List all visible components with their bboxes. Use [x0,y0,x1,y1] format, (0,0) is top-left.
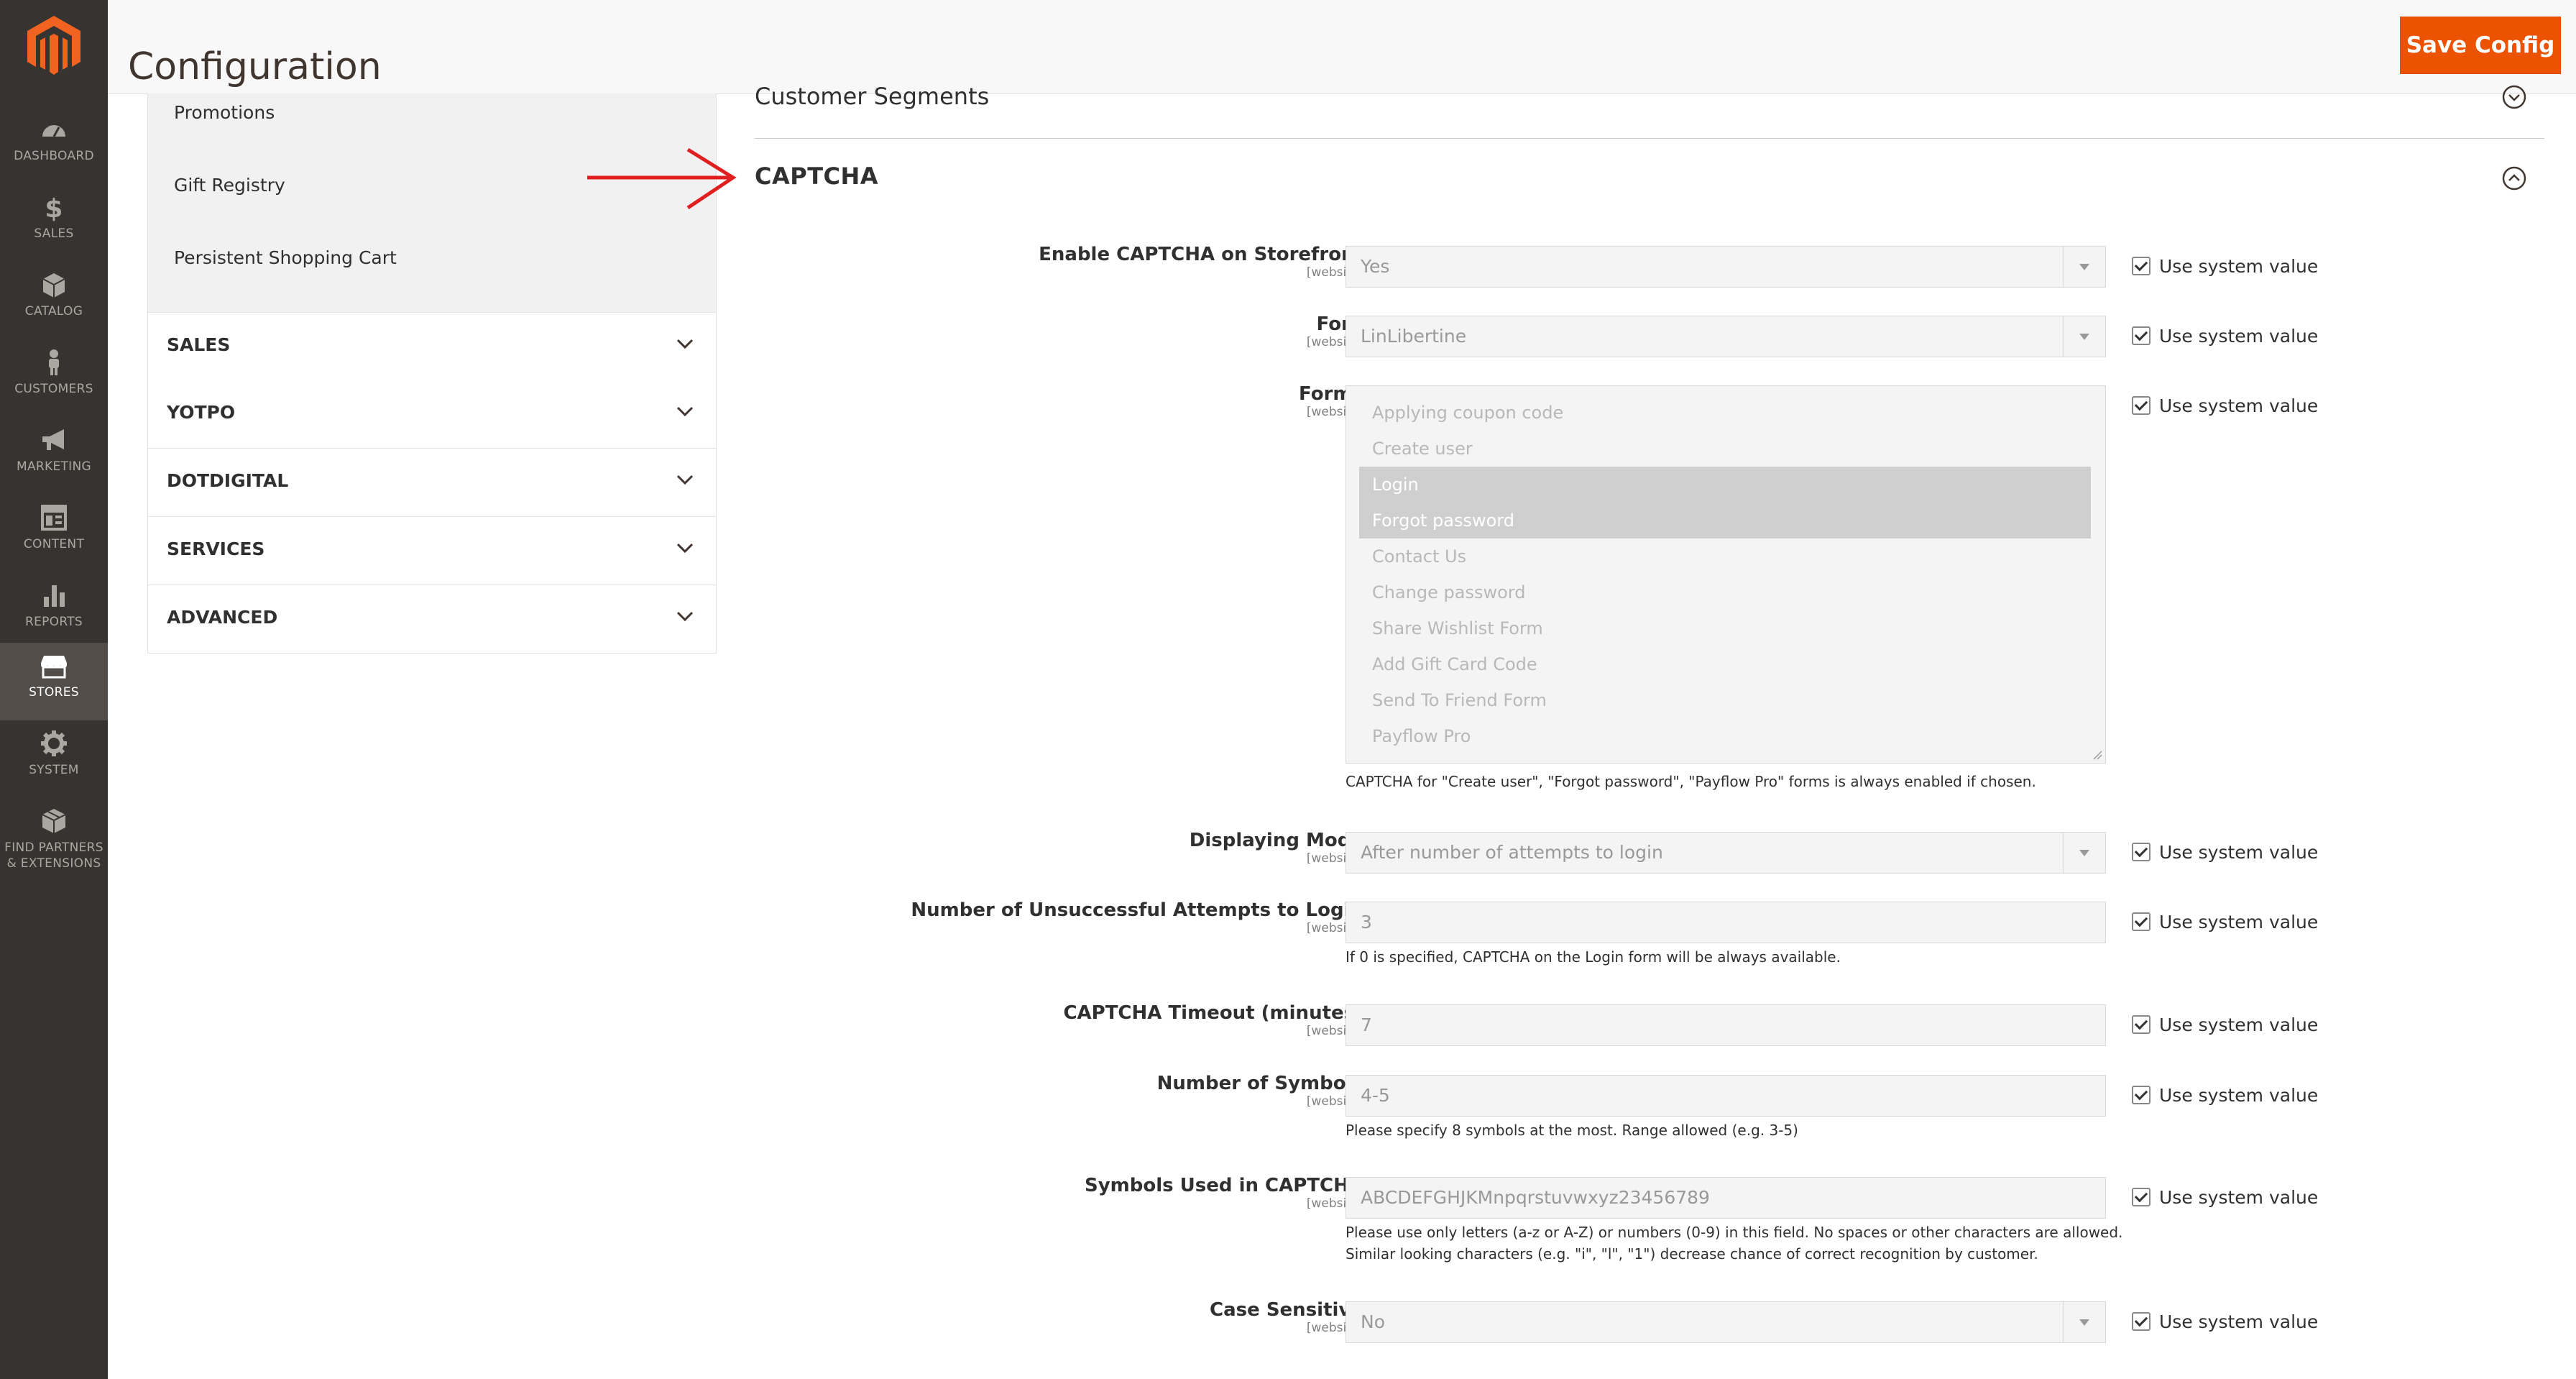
nav-content[interactable]: CONTENT [0,495,108,572]
dropdown-arrow-icon [2063,247,2105,287]
resize-grip-icon[interactable] [2092,750,2102,760]
group-sales[interactable]: SALES [147,312,717,381]
dropdown-arrow-icon [2063,833,2105,873]
forms-multiselect[interactable]: Applying coupon code Create user Login F… [1346,385,2106,764]
tab-persistent-shopping-cart[interactable]: Persistent Shopping Cart [174,247,397,268]
nav-stores[interactable]: STORES [0,643,108,720]
layout-icon [41,505,67,531]
page-title: Configuration [128,45,382,88]
checkbox-checked-icon [2132,1188,2150,1206]
nav-find-partners[interactable]: FIND PARTNERS & EXTENSIONS [0,798,108,892]
checkbox-checked-icon [2132,1312,2150,1331]
admin-sidebar: DASHBOARD $ SALES CATALOG CUSTOMERS MARK… [0,0,108,1379]
storefront-icon [41,656,67,679]
checkbox-checked-icon [2132,843,2150,861]
section-customer-segments[interactable]: Customer Segments [755,83,989,110]
option-payflow-pro[interactable]: Payflow Pro [1359,718,2091,754]
chevron-down-icon [676,339,694,349]
dropdown-arrow-icon [2063,316,2105,357]
option-forgot-password[interactable]: Forgot password [1359,503,2091,539]
dashboard-icon [42,125,65,137]
case-sensitive-select[interactable]: No [1346,1301,2106,1343]
enable-captcha-select[interactable]: Yes [1346,246,2106,288]
expand-toggle-icon[interactable] [2501,84,2527,110]
group-dotdigital[interactable]: DOTDIGITAL [147,449,717,517]
use-system-value-checkbox[interactable]: Use system value [2132,1014,2318,1035]
chevron-down-icon [676,406,694,417]
svg-text:$: $ [45,194,63,221]
gear-icon [41,730,67,756]
nav-marketing[interactable]: MARKETING [0,417,108,495]
save-config-button[interactable]: Save Config [2400,17,2561,74]
section-captcha[interactable]: CAPTCHA [755,162,878,190]
dollar-icon: $ [45,194,63,221]
tab-gift-registry[interactable]: Gift Registry [174,175,285,196]
symbols-note-2: Similar looking characters (e.g. "i", "l… [1346,1245,2038,1263]
option-add-gift-card-code[interactable]: Add Gift Card Code [1359,646,2091,682]
magento-logo-icon[interactable] [23,14,85,76]
box-icon [42,809,66,833]
option-share-wishlist-form[interactable]: Share Wishlist Form [1359,610,2091,646]
person-icon [49,349,59,375]
option-applying-coupon-code[interactable]: Applying coupon code [1359,395,2091,431]
dropdown-arrow-icon [2063,1302,2105,1342]
chevron-down-icon [676,543,694,554]
checkbox-checked-icon [2132,1015,2150,1034]
option-send-to-friend-form[interactable]: Send To Friend Form [1359,682,2091,718]
cube-icon [42,273,65,298]
use-system-value-checkbox[interactable]: Use system value [2132,395,2318,416]
use-system-value-checkbox[interactable]: Use system value [2132,1311,2318,1332]
nav-dashboard[interactable]: DASHBOARD [0,106,108,184]
use-system-value-checkbox[interactable]: Use system value [2132,326,2318,347]
config-content: Customer Segments CAPTCHA Enable CAPTCHA… [755,83,2544,1379]
displaying-mode-select[interactable]: After number of attempts to login [1346,832,2106,874]
option-change-password[interactable]: Change password [1359,574,2091,610]
nav-customers[interactable]: CUSTOMERS [0,339,108,417]
nav-reports[interactable]: REPORTS [0,572,108,650]
symbols-used-input[interactable]: ABCDEFGHJKMnpqrstuvwxyz23456789 [1346,1177,2106,1219]
use-system-value-checkbox[interactable]: Use system value [2132,256,2318,277]
timeout-input[interactable]: 7 [1346,1004,2106,1046]
use-system-value-checkbox[interactable]: Use system value [2132,1187,2318,1208]
number-of-symbols-input[interactable]: 4-5 [1346,1075,2106,1117]
use-system-value-checkbox[interactable]: Use system value [2132,912,2318,933]
collapse-toggle-icon[interactable] [2501,165,2527,191]
tab-promotions[interactable]: Promotions [174,102,275,123]
nav-system[interactable]: SYSTEM [0,720,108,798]
chevron-down-icon [676,611,694,622]
use-system-value-checkbox[interactable]: Use system value [2132,842,2318,863]
chevron-down-icon [676,475,694,485]
group-services[interactable]: SERVICES [147,517,717,585]
use-system-value-checkbox[interactable]: Use system value [2132,1085,2318,1106]
checkbox-checked-icon [2132,257,2150,275]
nav-catalog[interactable]: CATALOG [0,262,108,339]
option-create-user[interactable]: Create user [1359,431,2091,467]
symbols-note-1: Please use only letters (a-z or A-Z) or … [1346,1224,2123,1241]
forms-note: CAPTCHA for "Create user", "Forgot passw… [1346,773,2036,790]
section-divider [755,138,2544,139]
option-login[interactable]: Login [1359,467,2091,503]
group-advanced[interactable]: ADVANCED [147,585,717,654]
bar-chart-icon [44,585,65,607]
font-select[interactable]: LinLibertine [1346,316,2106,357]
page-header: Configuration Save Config [108,0,2576,94]
megaphone-icon [42,429,64,450]
checkbox-checked-icon [2132,912,2150,931]
option-contact-us[interactable]: Contact Us [1359,539,2091,574]
checkbox-checked-icon [2132,1086,2150,1104]
nav-sales[interactable]: $ SALES [0,184,108,262]
attempts-note: If 0 is specified, CAPTCHA on the Login … [1346,948,1841,966]
symbols-count-note: Please specify 8 symbols at the most. Ra… [1346,1122,1798,1139]
checkbox-checked-icon [2132,326,2150,345]
annotation-arrow-icon [587,147,737,210]
attempts-input[interactable]: 3 [1346,902,2106,943]
checkbox-checked-icon [2132,396,2150,415]
group-yotpo[interactable]: YOTPO [147,380,717,449]
